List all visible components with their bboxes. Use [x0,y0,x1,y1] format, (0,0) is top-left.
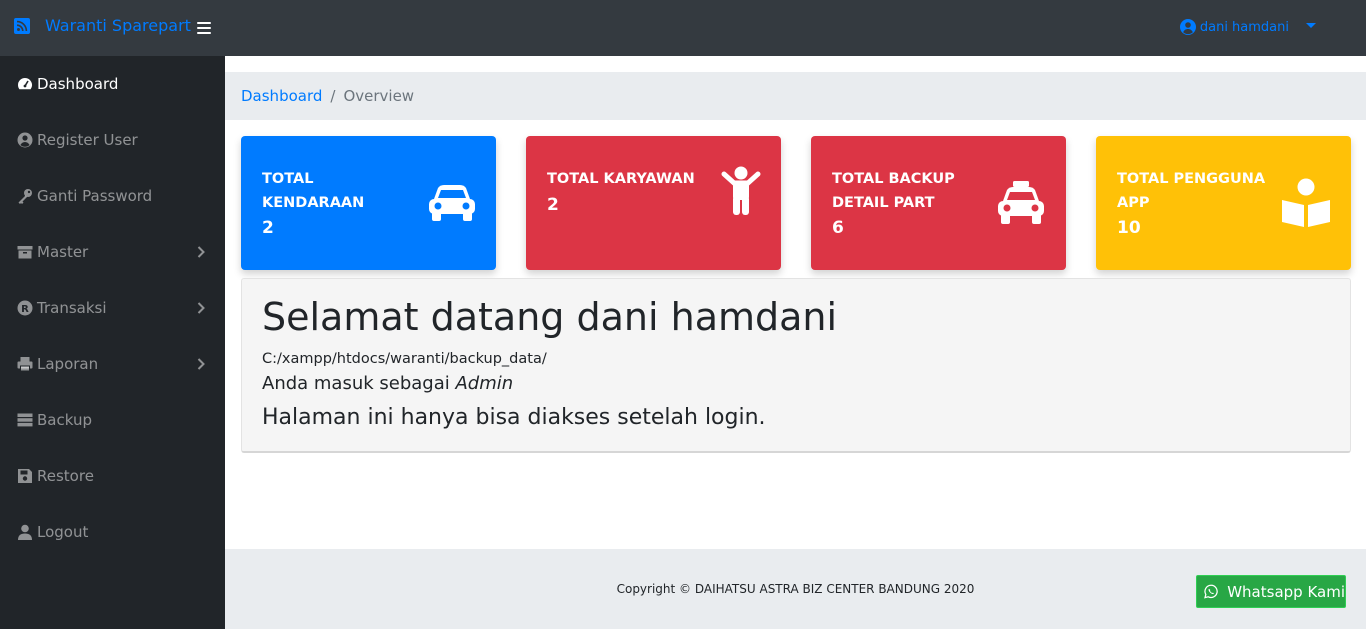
backup-path-text: C:/xampp/htdocs/waranti/backup_data/ [262,351,547,367]
card-title: TOTAL BACKUP DETAIL PART [832,171,955,211]
whatsapp-button[interactable]: Whatsapp Kami [1196,575,1346,608]
archive-icon [17,246,33,259]
user-dropdown[interactable]: dani hamdani [1179,19,1316,35]
whatsapp-icon [1204,584,1218,599]
chevron-right-icon [197,358,205,370]
child-icon [721,166,761,215]
sidebar-item-ganti-password[interactable]: Ganti Password [0,168,225,224]
sidebar-item-register-user[interactable]: Register User [0,112,225,168]
sidebar-toggle-button[interactable] [197,22,211,34]
key-icon [18,189,32,204]
card-total-karyawan: TOTAL KARYAWAN 2 [526,136,781,270]
sidebar-item-laporan[interactable]: Laporan [0,336,225,392]
card-total-kendaraan: TOTAL KENDARAAN 2 [241,136,496,270]
sidebar: Dashboard Register User Ganti Password M… [0,56,225,629]
breadcrumb-separator: / [330,87,336,105]
sidebar-item-label: Ganti Password [37,187,153,205]
breadcrumb-dashboard-link[interactable]: Dashboard [241,87,322,105]
login-note: Halaman ini hanya bisa diakses setelah l… [262,405,766,430]
car-icon [429,185,475,221]
sidebar-item-label: Laporan [37,355,99,373]
registered-icon: R [17,300,33,316]
save-icon [18,469,32,483]
brand-title[interactable]: Waranti Sparepart [45,16,191,35]
card-value: 10 [1117,218,1141,238]
sidebar-item-label: Logout [37,523,89,541]
card-title: TOTAL KENDARAAN [262,171,365,211]
sidebar-item-label: Master [37,243,89,261]
breadcrumb: Dashboard / Overview [225,72,1366,120]
role-prefix: Anda masuk sebagai [262,373,456,394]
user-name[interactable]: dani hamdani [1200,20,1289,35]
sidebar-item-label: Restore [37,467,94,485]
sidebar-item-label: Dashboard [37,75,119,93]
tachometer-icon [18,78,32,90]
hamburger-line [197,27,211,29]
sidebar-item-label: Backup [37,411,92,429]
card-total-pengguna-app: TOTAL PENGGUNA APP 10 [1096,136,1351,270]
user-icon [18,524,32,540]
card-value: 2 [262,218,274,238]
card-title: TOTAL PENGGUNA APP [1117,171,1266,211]
sidebar-item-logout[interactable]: Logout [0,504,225,560]
card-total-backup-detail-part: TOTAL BACKUP DETAIL PART 6 [811,136,1066,270]
hamburger-icon [197,22,211,24]
taxi-icon [998,181,1044,224]
whatsapp-button-label[interactable]: Whatsapp Kami [1227,583,1345,601]
hamburger-line [197,32,211,34]
svg-text:R: R [21,304,29,315]
book-reader-icon [1282,178,1330,227]
card-value: 6 [832,218,844,238]
top-navbar: Waranti Sparepart dani hamdani [0,0,1366,56]
sidebar-item-restore[interactable]: Restore [0,448,225,504]
breadcrumb-current: Overview [343,87,415,105]
role-value: Admin [455,373,514,394]
chevron-right-icon [197,246,205,258]
rss-icon [14,17,30,34]
sidebar-item-transaksi[interactable]: R Transaksi [0,280,225,336]
sidebar-item-label: Transaksi [37,299,107,317]
welcome-heading: Selamat datang dani hamdani [262,295,838,339]
sidebar-item-label: Register User [37,131,138,149]
welcome-panel: Selamat datang dani hamdani C:/xampp/htd… [241,278,1351,453]
print-icon [17,357,33,372]
sidebar-item-master[interactable]: Master [0,224,225,280]
user-circle-icon [17,132,33,148]
card-title: TOTAL KARYAWAN [547,171,695,187]
footer: Copyright © DAIHATSU ASTRA BIZ CENTER BA… [225,549,1366,629]
user-circle-icon [1179,19,1196,35]
role-text: Anda masuk sebagai Admin [262,373,513,394]
card-value: 2 [547,195,559,215]
brand[interactable]: Waranti Sparepart [14,16,191,35]
sidebar-item-backup[interactable]: Backup [0,392,225,448]
sidebar-item-dashboard[interactable]: Dashboard [0,56,225,112]
database-icon [17,413,33,427]
copyright-text: Copyright © DAIHATSU ASTRA BIZ CENTER BA… [616,582,975,596]
caret-down-icon [1306,23,1316,28]
chevron-right-icon [197,302,205,314]
